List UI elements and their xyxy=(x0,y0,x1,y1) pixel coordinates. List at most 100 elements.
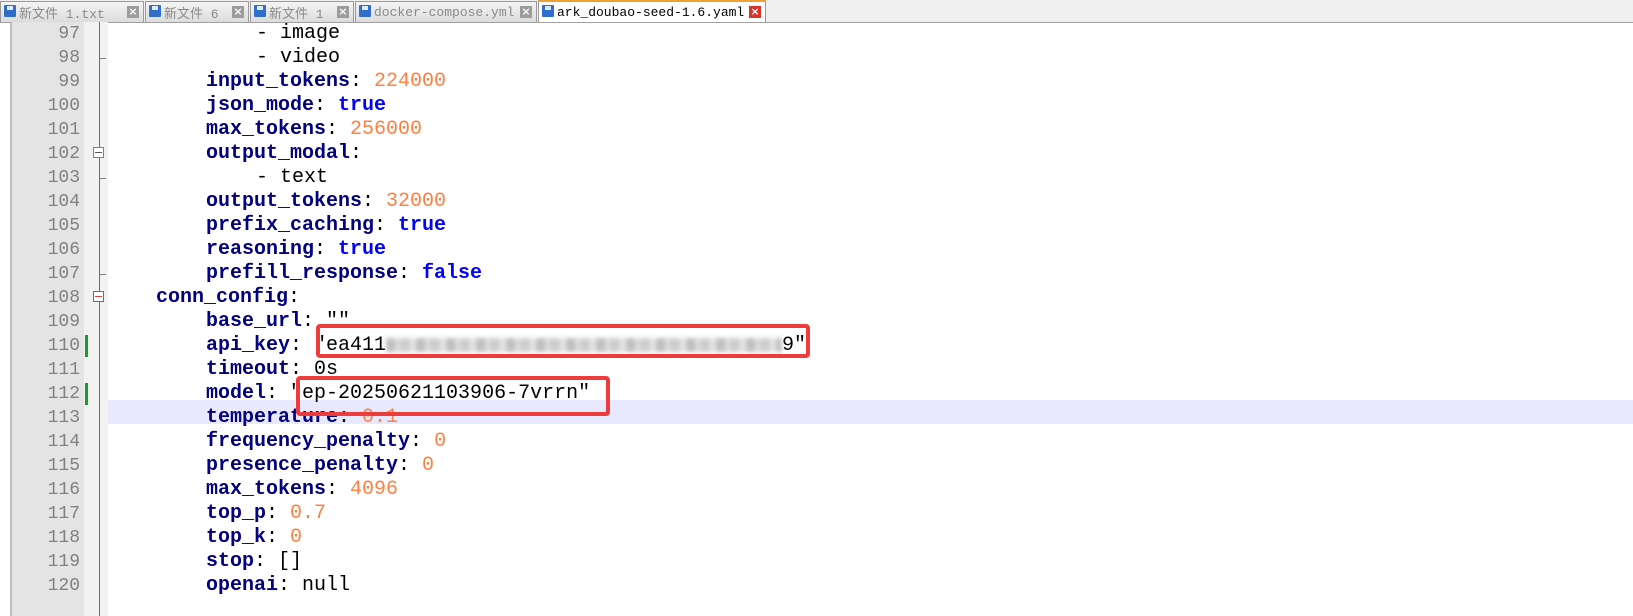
code-text: prefix_caching: true xyxy=(206,214,446,238)
change-marker xyxy=(85,383,88,405)
code-text: - text xyxy=(256,166,328,190)
yaml-separator: : xyxy=(290,334,315,357)
model-highlight-box xyxy=(296,376,610,416)
save-disk-icon xyxy=(4,5,16,17)
yaml-value: 0.7 xyxy=(290,502,327,525)
code-line[interactable]: 111 timeout: 0s xyxy=(0,358,1633,382)
yaml-value: 32000 xyxy=(386,190,447,213)
code-line[interactable]: 103 - text xyxy=(0,166,1633,190)
yaml-key: model xyxy=(206,382,267,405)
yaml-key: output_modal xyxy=(206,142,351,165)
code-line[interactable]: 104 output_tokens: 32000 xyxy=(0,190,1633,214)
yaml-separator: : xyxy=(410,430,435,453)
close-icon[interactable]: × xyxy=(232,6,244,18)
code-line[interactable]: 117 top_p: 0.7 xyxy=(0,502,1633,526)
code-line[interactable]: 113 temperature: 0.1 xyxy=(0,406,1633,430)
code-text: prefill_response: false xyxy=(206,262,482,286)
yaml-value: video xyxy=(280,46,341,69)
code-line[interactable]: 105 prefix_caching: true xyxy=(0,214,1633,238)
code-text: output_tokens: 32000 xyxy=(206,190,446,214)
line-number: 115 xyxy=(47,456,80,476)
tab-2[interactable]: 新文件 6 × xyxy=(145,1,249,22)
code-line[interactable]: 102 output_modal: xyxy=(0,142,1633,166)
line-number: 106 xyxy=(47,240,80,260)
fold-minus-icon[interactable] xyxy=(93,291,104,302)
tab-1[interactable]: 新文件 1.txt × xyxy=(0,1,144,22)
code-line[interactable]: 99 input_tokens: 224000 xyxy=(0,70,1633,94)
yaml-separator: : xyxy=(326,478,351,501)
code-line[interactable]: 116 max_tokens: 4096 xyxy=(0,478,1633,502)
yaml-separator: : xyxy=(350,142,363,165)
list-dash: - xyxy=(256,166,281,189)
code-line[interactable]: 106 reasoning: true xyxy=(0,238,1633,262)
code-editor[interactable]: 97 - image 98 - video 99 input_tokens: 224000… xyxy=(0,22,1633,616)
close-icon[interactable]: × xyxy=(749,6,761,18)
code-line[interactable]: 114 frequency_penalty: 0 xyxy=(0,430,1633,454)
code-text: max_tokens: 256000 xyxy=(206,118,422,142)
yaml-separator: : xyxy=(362,190,387,213)
yaml-key: stop xyxy=(206,550,255,573)
line-number: 114 xyxy=(47,432,80,452)
yaml-value: 0 xyxy=(422,454,435,477)
yaml-key: base_url xyxy=(206,310,303,333)
code-text: output_modal: xyxy=(206,142,362,166)
save-disk-icon xyxy=(359,5,371,17)
tab-4[interactable]: docker-compose.yml × xyxy=(355,1,537,22)
line-number: 113 xyxy=(47,408,80,428)
yaml-separator: : xyxy=(278,574,303,597)
code-line[interactable]: 100 json_mode: true xyxy=(0,94,1633,118)
tab-5[interactable]: ark_doubao-seed-1.6.yaml × xyxy=(538,0,766,22)
line-number: 101 xyxy=(47,120,80,140)
code-text: json_mode: true xyxy=(206,94,386,118)
code-line[interactable]: 108 conn_config: xyxy=(0,286,1633,310)
yaml-value: true xyxy=(398,214,447,237)
code-line[interactable]: 120 openai: null xyxy=(0,574,1633,598)
yaml-value: image xyxy=(280,22,341,45)
code-line[interactable]: 109 base_url: "" xyxy=(0,310,1633,334)
yaml-separator: : xyxy=(398,262,423,285)
code-text: openai: null xyxy=(206,574,350,598)
close-icon[interactable]: × xyxy=(337,6,349,18)
code-text: stop: [] xyxy=(206,550,302,574)
yaml-value: true xyxy=(338,238,387,261)
yaml-key: reasoning xyxy=(206,238,315,261)
line-number: 109 xyxy=(47,312,80,332)
yaml-key: prefill_response xyxy=(206,262,399,285)
change-marker xyxy=(85,335,88,357)
yaml-separator: : xyxy=(314,238,339,261)
code-line[interactable]: 101 max_tokens: 256000 xyxy=(0,118,1633,142)
yaml-key: openai xyxy=(206,574,279,597)
code-line[interactable]: 112 model: "ep-20250621103906-7vrrn" xyxy=(0,382,1633,406)
yaml-value: null xyxy=(302,574,351,597)
save-disk-icon xyxy=(149,5,161,17)
code-line[interactable]: 110 api_key: "ea411 9" xyxy=(0,334,1633,358)
line-number: 102 xyxy=(47,144,80,164)
code-line[interactable]: 107 prefill_response: false xyxy=(0,262,1633,286)
tab-label: 新文件 6 xyxy=(164,6,219,22)
tab-3[interactable]: 新文件 1 × xyxy=(250,1,354,22)
yaml-separator: : xyxy=(398,454,423,477)
code-line[interactable]: 98 - video xyxy=(0,46,1633,70)
line-number: 100 xyxy=(47,96,80,116)
fold-end-marker xyxy=(99,58,106,59)
yaml-value: 0 xyxy=(434,430,447,453)
code-line[interactable]: 119 stop: [] xyxy=(0,550,1633,574)
yaml-separator: : xyxy=(374,214,399,237)
yaml-key: top_k xyxy=(206,526,267,549)
code-line[interactable]: 97 - image xyxy=(0,22,1633,46)
fold-end-marker xyxy=(99,178,106,179)
code-line[interactable]: 115 presence_penalty: 0 xyxy=(0,454,1633,478)
fold-minus-icon[interactable] xyxy=(93,147,104,158)
code-line[interactable]: 118 top_k: 0 xyxy=(0,526,1633,550)
line-number: 103 xyxy=(47,168,80,188)
close-icon[interactable]: × xyxy=(127,6,139,18)
line-number: 107 xyxy=(47,264,80,284)
tab-bar: 新文件 1.txt × 新文件 6 × 新文件 1 × docker-compose.yml… xyxy=(0,0,1633,23)
yaml-separator: : xyxy=(326,118,351,141)
close-icon[interactable]: × xyxy=(520,6,532,18)
code-text: input_tokens: 224000 xyxy=(206,70,446,94)
yaml-key: max_tokens xyxy=(206,478,327,501)
yaml-value: 4096 xyxy=(350,478,399,501)
save-disk-icon xyxy=(542,5,554,17)
code-text: max_tokens: 4096 xyxy=(206,478,398,502)
